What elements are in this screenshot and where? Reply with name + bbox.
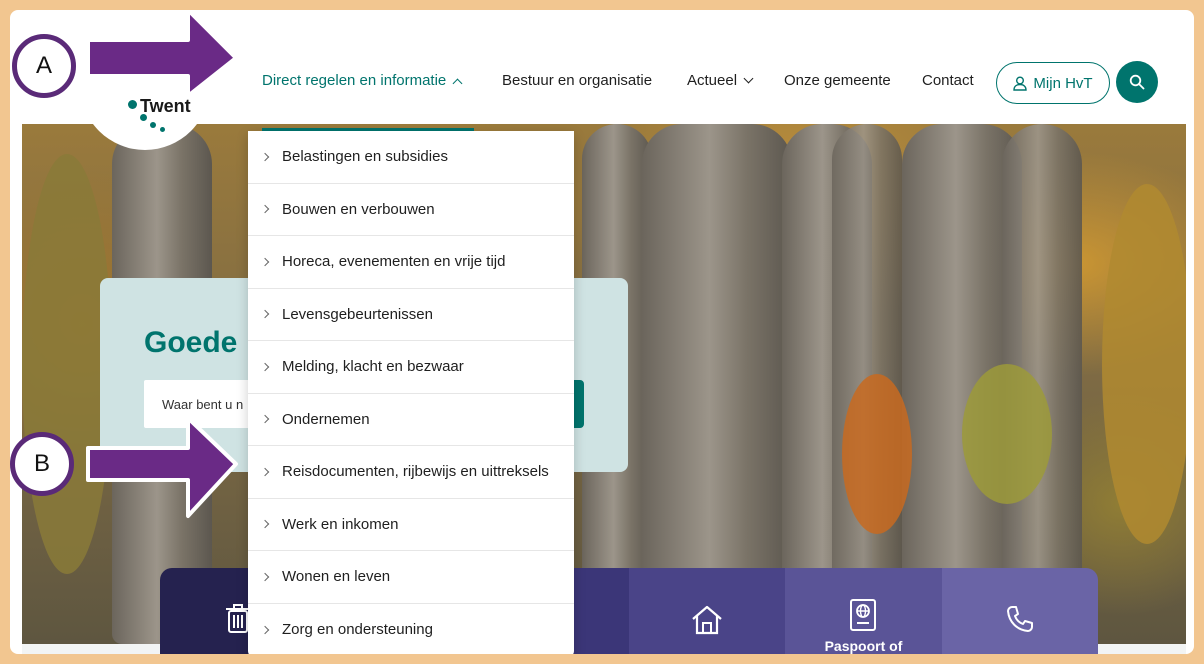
mijn-hvt-button[interactable]: Mijn HvT: [996, 62, 1110, 104]
annotation-b: B: [10, 432, 74, 496]
chevron-right-icon: [260, 467, 270, 476]
nav-direct-regelen[interactable]: Direct regelen en informatie: [262, 72, 463, 89]
greeting-title: Goede: [144, 326, 238, 359]
dropdown-item-wonen[interactable]: Wonen en leven: [248, 551, 574, 604]
tile-wonen[interactable]: [628, 568, 786, 654]
mijn-hvt-label: Mijn HvT: [1033, 74, 1093, 92]
dropdown-item-levensgebeurtenissen[interactable]: Levensgebeurtenissen: [248, 289, 574, 341]
passport-icon: [850, 599, 877, 631]
dropdown-item-reisdocumenten[interactable]: Reisdocumenten, rijbewijs en uittreksels: [248, 446, 574, 499]
chevron-down-icon: [743, 73, 754, 84]
nav-actueel[interactable]: Actueel: [687, 72, 754, 89]
home-icon: [692, 605, 722, 635]
annotation-arrow-a: [86, 10, 238, 98]
chevron-right-icon: [260, 572, 270, 581]
tile-paspoort-label: Paspoort of: [824, 638, 903, 654]
nav-onze-gemeente[interactable]: Onze gemeente: [784, 72, 891, 89]
logo-dot-icon: [150, 122, 156, 128]
logo-dot-icon: [140, 114, 147, 121]
user-icon: [1013, 76, 1028, 91]
direct-regelen-dropdown: Belastingen en subsidies Bouwen en verbo…: [248, 131, 574, 654]
site-search-placeholder: Waar bent u n: [162, 396, 244, 412]
chevron-right-icon: [260, 310, 270, 319]
annotation-a: A: [12, 34, 76, 98]
dropdown-item-werk[interactable]: Werk en inkomen: [248, 499, 574, 551]
nav-contact[interactable]: Contact: [922, 72, 974, 89]
phone-icon: [1006, 606, 1033, 632]
chevron-up-icon: [452, 78, 463, 89]
chevron-right-icon: [260, 152, 270, 161]
logo-dot-icon: [160, 127, 165, 132]
chevron-right-icon: [260, 205, 270, 214]
chevron-right-icon: [260, 625, 270, 634]
tile-contact[interactable]: [941, 568, 1098, 654]
dropdown-item-belastingen[interactable]: Belastingen en subsidies: [248, 131, 574, 184]
search-icon: [1129, 74, 1145, 90]
chevron-right-icon: [260, 520, 270, 529]
annotation-arrow-b: [86, 416, 238, 518]
nav-bestuur[interactable]: Bestuur en organisatie: [502, 72, 652, 89]
dropdown-item-zorg[interactable]: Zorg en ondersteuning: [248, 604, 574, 655]
tile-paspoort[interactable]: Paspoort of: [785, 568, 942, 654]
dropdown-item-horeca[interactable]: Horeca, evenementen en vrije tijd: [248, 236, 574, 289]
dropdown-item-bouwen[interactable]: Bouwen en verbouwen: [248, 184, 574, 236]
search-button[interactable]: [1116, 61, 1158, 103]
chevron-right-icon: [260, 362, 270, 371]
dropdown-item-ondernemen[interactable]: Ondernemen: [248, 394, 574, 446]
chevron-right-icon: [260, 415, 270, 424]
dropdown-item-melding[interactable]: Melding, klacht en bezwaar: [248, 341, 574, 394]
chevron-right-icon: [260, 257, 270, 266]
